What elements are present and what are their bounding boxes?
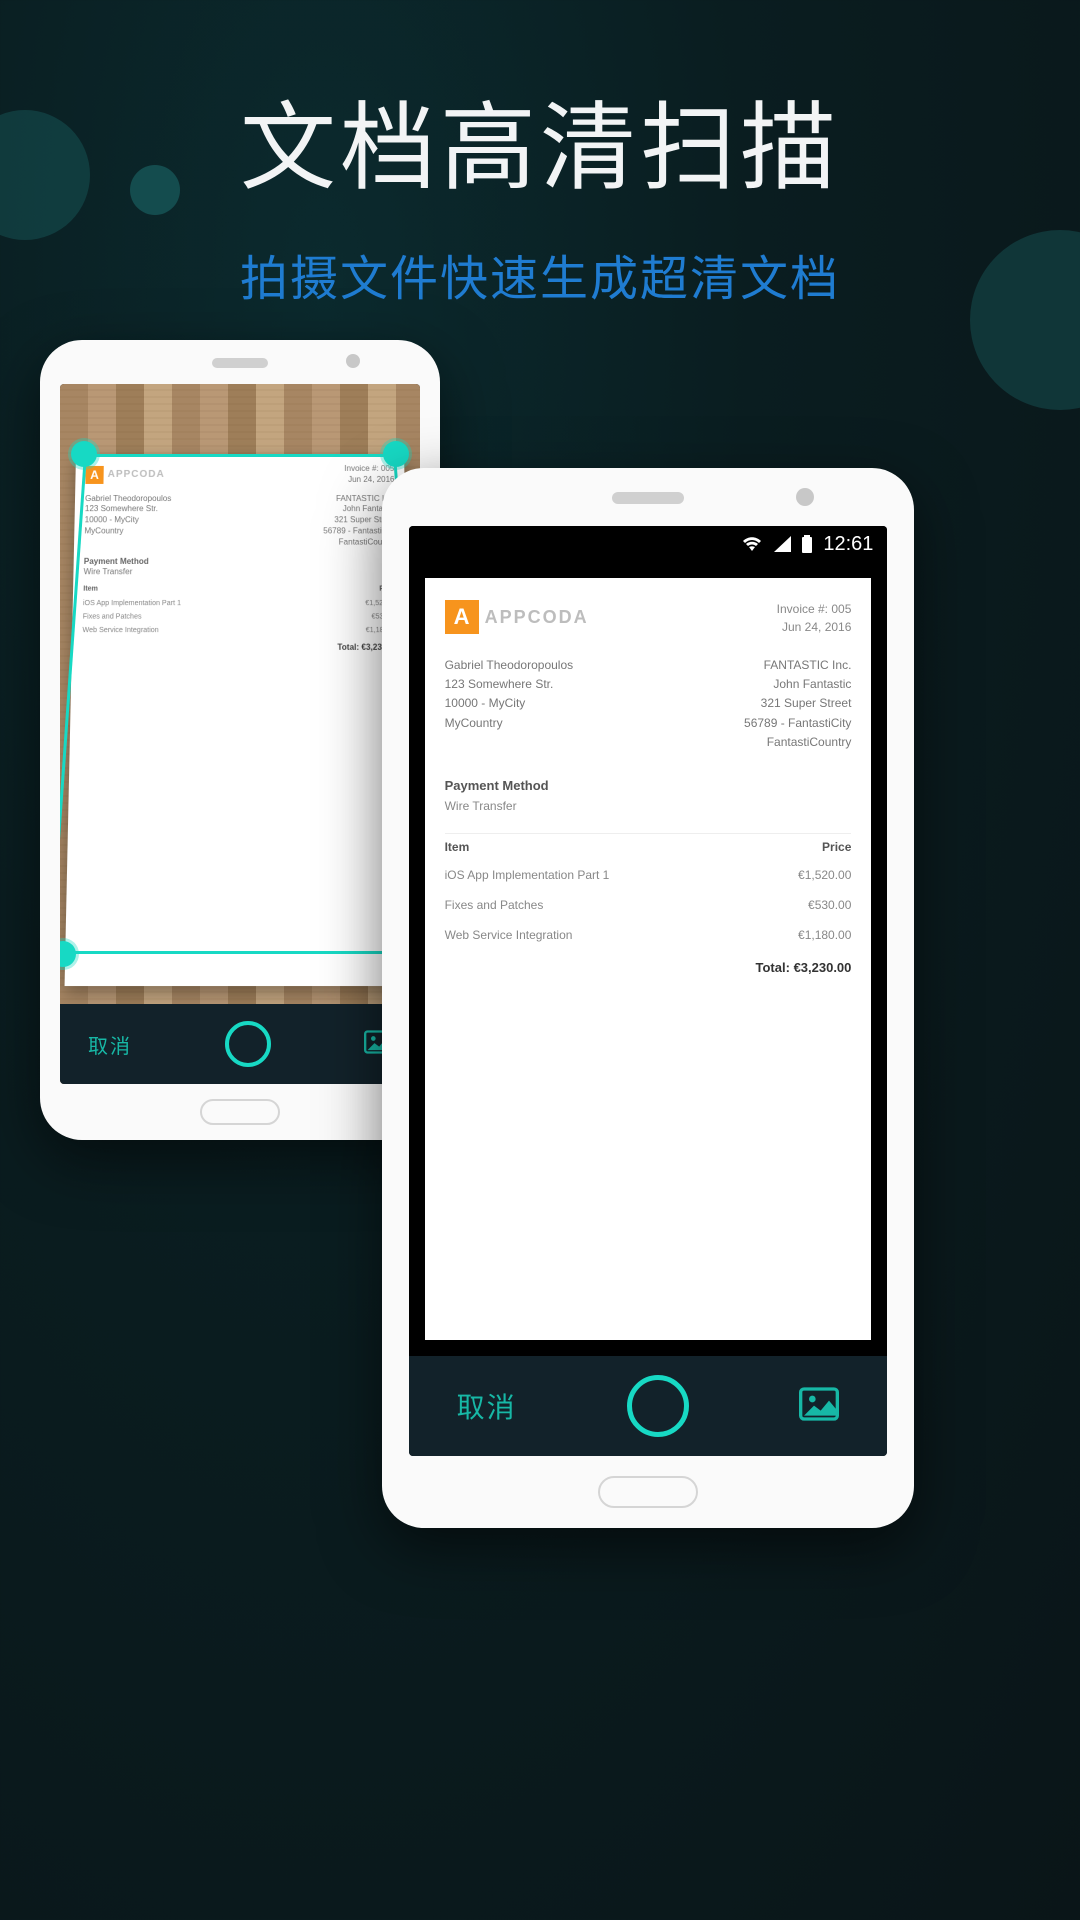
total-value: €3,230.00 xyxy=(794,960,852,975)
phone-speaker xyxy=(212,358,268,368)
col-item: Item xyxy=(445,833,752,860)
crop-handle-top-left[interactable] xyxy=(71,441,97,467)
brand-logo-text: APPCODA xyxy=(485,607,589,628)
from-line1: 123 Somewhere Str. xyxy=(445,675,574,694)
camera-toolbar: 取消 xyxy=(409,1356,888,1456)
scan-capture-area[interactable]: A APPCODA Invoice #: 005 Jun 24, 2016 Ga… xyxy=(70,454,410,954)
invoice-number-label: Invoice #: xyxy=(777,602,828,616)
battery-icon xyxy=(801,535,813,553)
from-line3: MyCountry xyxy=(445,714,574,733)
gallery-icon xyxy=(799,1387,839,1421)
signal-icon xyxy=(773,536,791,552)
scanned-document: A APPCODA Invoice #: 005 Jun 24, 2016 Ga… xyxy=(425,578,872,1340)
to-line3: 56789 - FantastiCity xyxy=(744,714,851,733)
col-price: Price xyxy=(752,833,852,860)
cancel-button[interactable]: 取消 xyxy=(457,1386,517,1426)
payment-method-label: Payment Method xyxy=(445,778,852,793)
line-item: Web Service Integration xyxy=(445,920,752,950)
payment-method: Wire Transfer xyxy=(445,799,852,813)
phone-speaker xyxy=(612,492,684,504)
cancel-button[interactable]: 取消 xyxy=(88,1030,132,1059)
decorative-circle xyxy=(130,165,180,215)
phone-home-button xyxy=(200,1099,280,1125)
phone-camera-dot xyxy=(346,354,360,368)
invoice-number: 005 xyxy=(831,602,851,616)
phone-home-button xyxy=(598,1476,698,1508)
shutter-button[interactable] xyxy=(627,1375,689,1437)
gallery-button[interactable] xyxy=(799,1387,839,1426)
shutter-button[interactable] xyxy=(225,1021,271,1067)
crop-frame xyxy=(70,454,410,954)
line-price: €1,180.00 xyxy=(752,920,852,950)
camera-toolbar: 取消 xyxy=(60,1004,420,1084)
hero: 文档高清扫描 拍摄文件快速生成超清文档 xyxy=(0,0,1080,309)
phone-screen: 12:61 A APPCODA Invoice #: 005 Jun 24, 2… xyxy=(409,526,888,1456)
wifi-icon xyxy=(741,536,763,552)
phone-screen: A APPCODA Invoice #: 005 Jun 24, 2016 Ga… xyxy=(60,384,420,1084)
line-item: Fixes and Patches xyxy=(445,890,752,920)
from-line2: 10000 - MyCity xyxy=(445,694,574,713)
phone-mockup-result: 12:61 A APPCODA Invoice #: 005 Jun 24, 2… xyxy=(382,468,914,1528)
status-bar: 12:61 xyxy=(409,526,888,562)
crop-handle-top-right[interactable] xyxy=(383,441,409,467)
invoice-date: Jun 24, 2016 xyxy=(777,618,852,636)
brand-logo-icon: A xyxy=(445,600,479,634)
status-time: 12:61 xyxy=(823,533,873,556)
line-price: €1,520.00 xyxy=(752,860,852,890)
to-line4: FantastiCountry xyxy=(744,733,851,752)
hero-subtitle: 拍摄文件快速生成超清文档 xyxy=(0,239,1080,309)
line-price: €530.00 xyxy=(752,890,852,920)
total-label: Total: xyxy=(756,960,790,975)
to-line1: John Fantastic xyxy=(744,675,851,694)
line-item: iOS App Implementation Part 1 xyxy=(445,860,752,890)
phone-mockup-capture: A APPCODA Invoice #: 005 Jun 24, 2016 Ga… xyxy=(40,340,440,1140)
phone-camera-dot xyxy=(796,488,814,506)
to-name: FANTASTIC Inc. xyxy=(744,656,851,675)
to-line2: 321 Super Street xyxy=(744,694,851,713)
from-name: Gabriel Theodoropoulos xyxy=(445,656,574,675)
